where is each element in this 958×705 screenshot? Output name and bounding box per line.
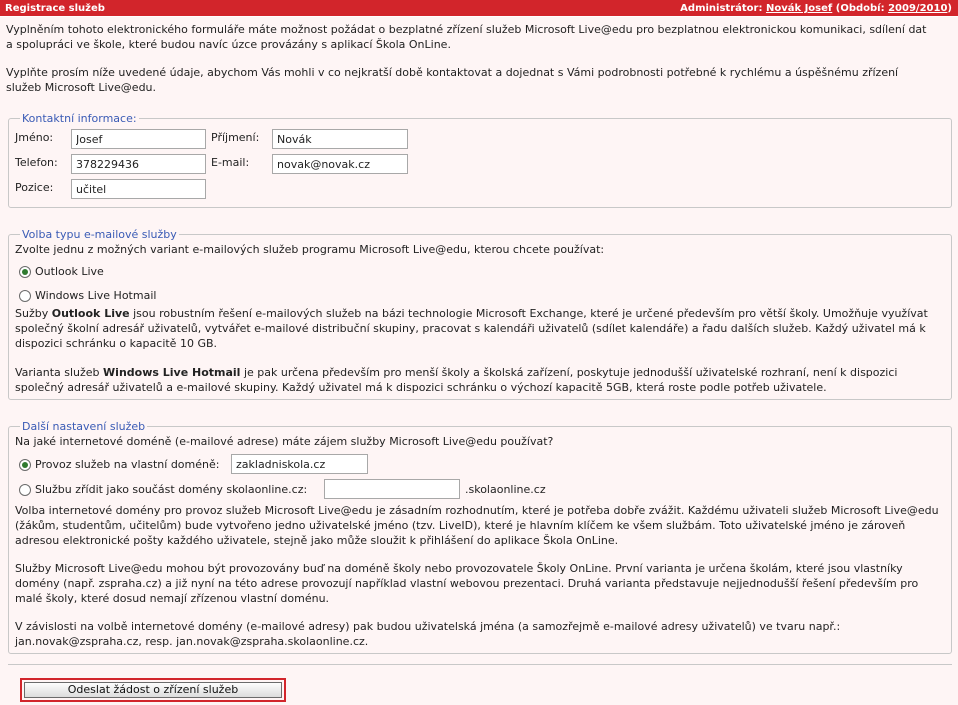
intro-paragraph-2: Vyplňte prosím níže uvedené údaje, abych… xyxy=(6,66,899,94)
last-name-input[interactable] xyxy=(272,129,408,149)
admin-name-link[interactable]: Novák Josef xyxy=(766,3,832,14)
email-label: E-mail: xyxy=(211,156,250,169)
email-type-question: Zvolte jednu z možných variant e-mailový… xyxy=(15,243,605,256)
email-type-legend: Volba typu e-mailové služby xyxy=(20,228,179,241)
period-link[interactable]: 2009/2010 xyxy=(888,3,947,14)
last-name-label: Příjmení: xyxy=(211,131,260,144)
hotmail-radio[interactable] xyxy=(19,290,31,302)
domain-legend: Další nastavení služeb xyxy=(20,420,148,433)
period-suffix: ) xyxy=(947,3,952,14)
domain-paragraph-3: V závislosti na volbě internetové domény… xyxy=(15,620,841,648)
intro-paragraph-1: Vyplněním tohoto elektronického formulář… xyxy=(6,23,927,51)
hotmail-label[interactable]: Windows Live Hotmail xyxy=(35,289,156,303)
domain-paragraph-1: Volba internetové domény pro provoz služ… xyxy=(15,504,939,547)
desc1-start: Sužby xyxy=(15,307,52,320)
page-title: Registrace služeb xyxy=(5,3,105,14)
admin-prefix: Administrátor: xyxy=(680,3,766,14)
position-input[interactable] xyxy=(71,179,206,199)
submit-focus-frame: Odeslat žádost o zřízení služeb xyxy=(20,678,286,702)
period-prefix: (Období: xyxy=(832,3,889,14)
desc1-bold: Outlook Live xyxy=(51,307,130,320)
first-name-input[interactable] xyxy=(71,129,206,149)
own-domain-input[interactable] xyxy=(231,454,368,474)
outlook-live-label[interactable]: Outlook Live xyxy=(35,265,104,279)
domain-question: Na jaké internetové doméně (e-mailové ad… xyxy=(15,435,554,448)
own-domain-radio[interactable] xyxy=(19,459,31,471)
desc2-bold: Windows Live Hotmail xyxy=(103,366,241,379)
position-label: Pozice: xyxy=(15,181,54,194)
admin-info: Administrátor: Novák Josef (Období: 2009… xyxy=(680,0,952,17)
phone-input[interactable] xyxy=(71,154,206,174)
submit-request-button[interactable]: Odeslat žádost o zřízení služeb xyxy=(24,682,282,698)
skolaonline-domain-label[interactable]: Službu zřídit jako součást domény skolao… xyxy=(35,483,307,497)
skolaonline-domain-input[interactable] xyxy=(324,479,460,499)
contact-legend: Kontaktní informace: xyxy=(20,112,139,125)
header-bar: Registrace služeb Administrátor: Novák J… xyxy=(0,0,958,17)
outlook-live-description: Sužby Outlook Live jsou robustním řešení… xyxy=(15,306,940,351)
bottom-divider xyxy=(8,664,952,665)
skolaonline-suffix: .skolaonline.cz xyxy=(465,483,546,496)
first-name-label: Jméno: xyxy=(15,131,54,144)
desc2-start: Varianta služeb xyxy=(15,366,104,379)
hotmail-description: Varianta služeb Windows Live Hotmail je … xyxy=(15,365,940,395)
phone-label: Telefon: xyxy=(15,156,58,169)
desc1-rest: jsou robustním řešení e-mailových služeb… xyxy=(15,307,928,350)
email-input[interactable] xyxy=(272,154,408,174)
outlook-live-radio[interactable] xyxy=(19,266,31,278)
own-domain-label[interactable]: Provoz služeb na vlastní doméně: xyxy=(35,458,219,472)
skolaonline-domain-radio[interactable] xyxy=(19,484,31,496)
domain-paragraph-2: Služby Microsoft Live@edu mohou být prov… xyxy=(15,562,919,605)
